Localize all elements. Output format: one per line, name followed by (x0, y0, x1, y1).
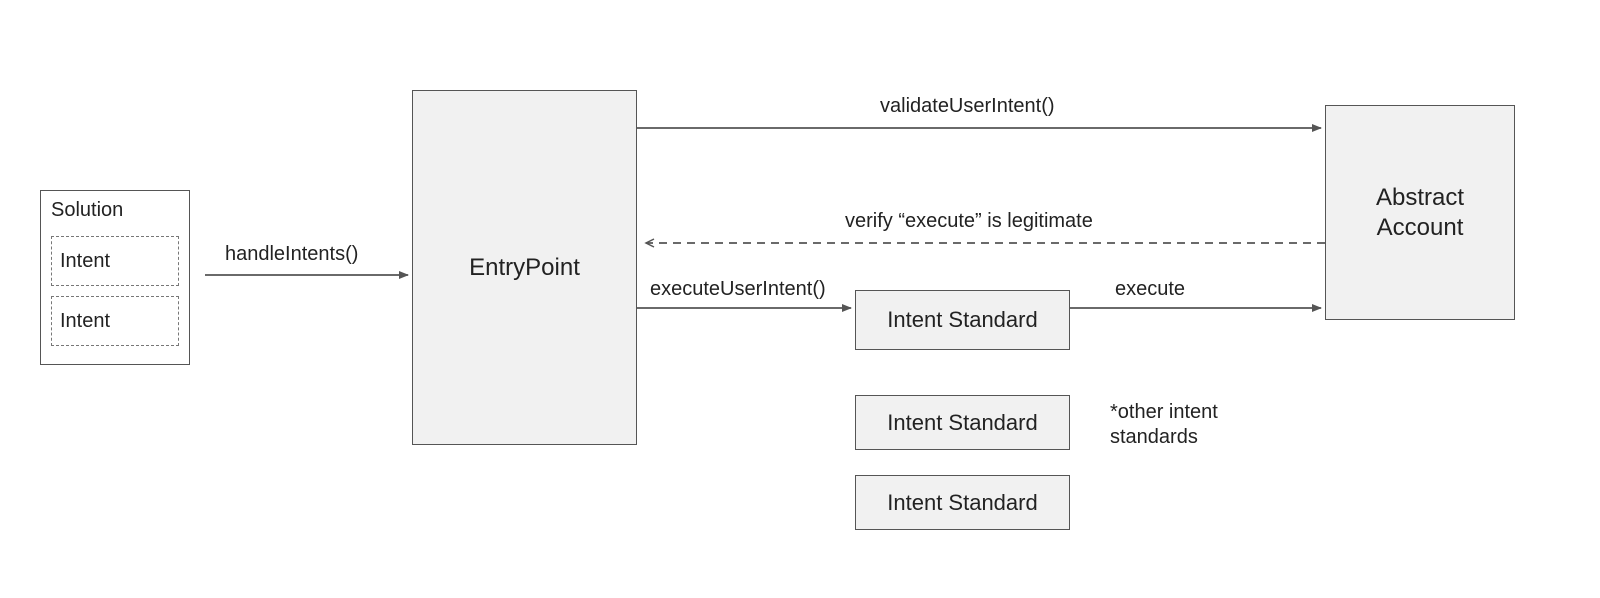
solution-intent-0-label: Intent (60, 250, 110, 273)
solution-intent-0: Intent (51, 236, 179, 286)
abstract-account-label: Abstract Account (1376, 183, 1464, 243)
diagram-stage: Solution Intent Intent EntryPoint Abstra… (0, 0, 1600, 598)
intent-standard-other-1: Intent Standard (855, 475, 1070, 530)
validate-user-intent-label: validateUserIntent() (880, 95, 1055, 118)
other-standards-note: *other intent standards (1110, 400, 1218, 450)
intent-standard-other-0: Intent Standard (855, 395, 1070, 450)
intent-standard-other-0-label: Intent Standard (887, 410, 1037, 436)
solution-box: Solution Intent Intent (40, 190, 190, 365)
intent-standard-active: Intent Standard (855, 290, 1070, 350)
intent-standard-other-1-label: Intent Standard (887, 490, 1037, 516)
solution-title: Solution (51, 199, 123, 222)
handle-intents-label: handleIntents() (225, 243, 358, 266)
verify-execute-label: verify “execute” is legitimate (845, 210, 1093, 233)
solution-intent-1: Intent (51, 296, 179, 346)
solution-intent-1-label: Intent (60, 310, 110, 333)
entrypoint-box: EntryPoint (412, 90, 637, 445)
intent-standard-active-label: Intent Standard (887, 307, 1037, 333)
abstract-account-box: Abstract Account (1325, 105, 1515, 320)
entrypoint-label: EntryPoint (469, 254, 580, 282)
execute-user-intent-label: executeUserIntent() (650, 278, 826, 301)
execute-label: execute (1115, 278, 1185, 301)
